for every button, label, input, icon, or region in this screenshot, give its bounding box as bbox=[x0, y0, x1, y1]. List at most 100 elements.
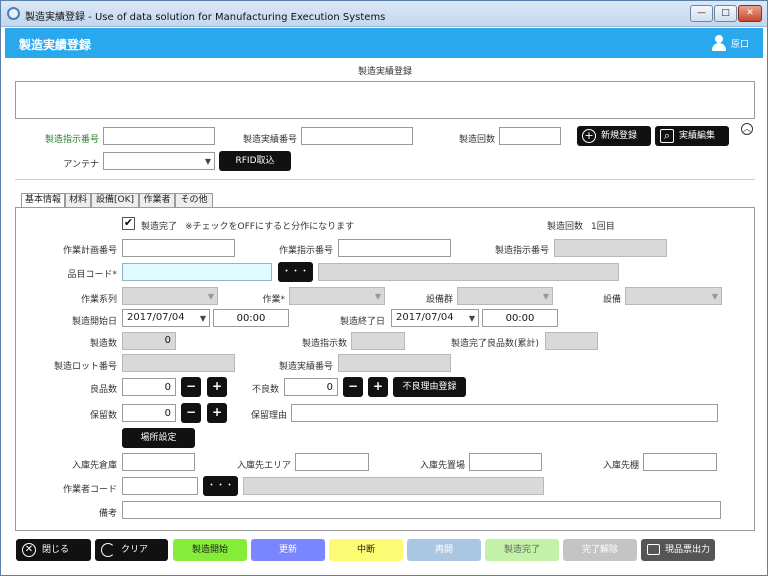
complete-production-button[interactable]: 製造完了 bbox=[485, 539, 559, 561]
printer-icon bbox=[647, 544, 660, 555]
hold-reason-label: 保留理由 bbox=[250, 411, 287, 421]
area-input[interactable] bbox=[295, 453, 369, 471]
user-icon[interactable] bbox=[712, 35, 726, 51]
order-no-label: 製造指示番号 bbox=[44, 135, 99, 145]
tab-materials[interactable]: 材料 bbox=[65, 193, 91, 208]
order-no-input[interactable] bbox=[103, 127, 215, 145]
footer-toolbar: ✕ 閉じる クリア 製造開始 更新 中断 再開 製造完了 完了解除 現品票出力 bbox=[5, 534, 763, 574]
tab-other[interactable]: その他 bbox=[175, 193, 213, 208]
bad-minus-button[interactable]: − bbox=[343, 377, 363, 397]
qty-display: 0 bbox=[122, 332, 176, 350]
chevron-down-icon: ▼ bbox=[542, 292, 549, 301]
item-name-display bbox=[318, 263, 619, 281]
hold-label: 保留数 bbox=[89, 411, 117, 421]
app-window: 製造実績登録 - Use of data solution for Manufa… bbox=[0, 0, 768, 576]
close-button[interactable]: ✕ 閉じる bbox=[16, 539, 91, 561]
place-input[interactable] bbox=[469, 453, 542, 471]
edit-record-button[interactable]: ⌕ 実績編集 bbox=[655, 126, 729, 146]
rfid-import-button[interactable]: RFID取込 bbox=[219, 151, 291, 171]
run-count-input[interactable] bbox=[499, 127, 561, 145]
bad-qty-input[interactable] bbox=[284, 378, 338, 396]
app-header: 製造実績登録 原口 bbox=[5, 28, 763, 58]
cancel-completion-button[interactable]: 完了解除 bbox=[563, 539, 637, 561]
order-qty-display bbox=[351, 332, 405, 350]
order-qty-label: 製造指示数 bbox=[301, 339, 347, 349]
hold-qty-input[interactable] bbox=[122, 404, 176, 422]
item-code-label: 品目コード* bbox=[67, 270, 117, 280]
complete-checkbox[interactable]: ✔ bbox=[122, 217, 135, 230]
plan-no-label: 作業計画番号 bbox=[62, 246, 117, 256]
message-box bbox=[15, 81, 755, 119]
window-titlebar: 製造実績登録 - Use of data solution for Manufa… bbox=[1, 1, 767, 27]
good-qty-input[interactable] bbox=[122, 378, 176, 396]
bad-label: 不良数 bbox=[251, 385, 279, 395]
shelf-input[interactable] bbox=[643, 453, 717, 471]
plan-no-input[interactable] bbox=[122, 239, 235, 257]
window-title: 製造実績登録 - Use of data solution for Manufa… bbox=[25, 12, 386, 23]
record-no-label: 製造実績番号 bbox=[242, 135, 297, 145]
antenna-select[interactable]: ▼ bbox=[103, 152, 215, 170]
resume-button[interactable]: 再開 bbox=[407, 539, 481, 561]
tab-equipment[interactable]: 設備[OK] bbox=[91, 193, 139, 208]
hold-plus-button[interactable]: + bbox=[207, 403, 227, 423]
hold-reason-input[interactable] bbox=[291, 404, 718, 422]
collapse-icon[interactable]: ︿ bbox=[741, 123, 753, 135]
update-button[interactable]: 更新 bbox=[251, 539, 325, 561]
new-register-button[interactable]: + 新規登録 bbox=[577, 126, 651, 146]
clear-button[interactable]: クリア bbox=[95, 539, 168, 561]
good-plus-button[interactable]: + bbox=[207, 377, 227, 397]
tab-workers[interactable]: 作業者 bbox=[139, 193, 175, 208]
record-no-label-2: 製造実績番号 bbox=[278, 362, 333, 372]
end-time-input[interactable] bbox=[482, 309, 558, 327]
print-tag-button[interactable]: 現品票出力 bbox=[641, 539, 715, 561]
user-name[interactable]: 原口 bbox=[731, 37, 749, 50]
end-date-picker[interactable]: 2017/07/04 ▼ bbox=[391, 309, 479, 327]
close-window-button[interactable]: ✕ bbox=[738, 5, 762, 22]
close-icon: ✕ bbox=[22, 543, 36, 557]
chevron-down-icon: ▼ bbox=[374, 292, 381, 301]
hold-minus-button[interactable]: − bbox=[181, 403, 201, 423]
chevron-down-icon: ▼ bbox=[199, 314, 206, 323]
work-series-select: ▼ bbox=[122, 287, 218, 305]
item-code-lookup-button[interactable]: ・・・ bbox=[278, 262, 313, 282]
good-minus-button[interactable]: − bbox=[181, 377, 201, 397]
area-label: 入庫先エリア bbox=[236, 461, 291, 471]
bad-reason-button[interactable]: 不良理由登録 bbox=[393, 377, 466, 397]
equip-label: 設備 bbox=[602, 295, 621, 305]
location-settings-button[interactable]: 場所設定 bbox=[122, 428, 195, 448]
work-select: ▼ bbox=[289, 287, 385, 305]
qty-label: 製造数 bbox=[89, 339, 117, 349]
place-label: 入庫先置場 bbox=[419, 461, 465, 471]
start-date-picker[interactable]: 2017/07/04 ▼ bbox=[122, 309, 210, 327]
minimize-button[interactable]: — bbox=[690, 5, 713, 22]
suspend-button[interactable]: 中断 bbox=[329, 539, 403, 561]
section-title: 製造実績登録 bbox=[357, 67, 412, 77]
check-note: ※チェックをOFFにすると分作になります bbox=[185, 222, 355, 232]
order-no-label-2: 製造指示番号 bbox=[494, 246, 549, 256]
good-label: 良品数 bbox=[89, 385, 117, 395]
bad-plus-button[interactable]: + bbox=[368, 377, 388, 397]
start-date-label: 製造開始日 bbox=[71, 317, 117, 327]
run-count-label: 製造回数 bbox=[458, 135, 495, 145]
done-good-label: 製造完了良品数(累計) bbox=[450, 339, 539, 349]
lot-label: 製造ロット番号 bbox=[53, 362, 117, 372]
equip-group-label: 設備群 bbox=[425, 295, 453, 305]
chevron-down-icon: ▼ bbox=[204, 157, 211, 166]
remarks-input[interactable] bbox=[122, 501, 721, 519]
page-title: 製造実績登録 bbox=[19, 38, 92, 52]
worker-lookup-button[interactable]: ・・・ bbox=[203, 476, 238, 496]
start-production-button[interactable]: 製造開始 bbox=[173, 539, 247, 561]
work-order-input[interactable] bbox=[338, 239, 451, 257]
start-time-input[interactable] bbox=[213, 309, 289, 327]
record-no-input[interactable] bbox=[301, 127, 413, 145]
run-count-value: 1回目 bbox=[591, 222, 615, 232]
remarks-label: 備考 bbox=[98, 509, 117, 519]
item-code-input[interactable] bbox=[122, 263, 272, 281]
document-search-icon: ⌕ bbox=[660, 129, 674, 143]
worker-code-input[interactable] bbox=[122, 477, 198, 495]
warehouse-input[interactable] bbox=[122, 453, 195, 471]
complete-label: 製造完了 bbox=[141, 222, 178, 232]
maximize-button[interactable]: □ bbox=[714, 5, 737, 22]
order-no-display bbox=[554, 239, 667, 257]
lot-display bbox=[122, 354, 235, 372]
